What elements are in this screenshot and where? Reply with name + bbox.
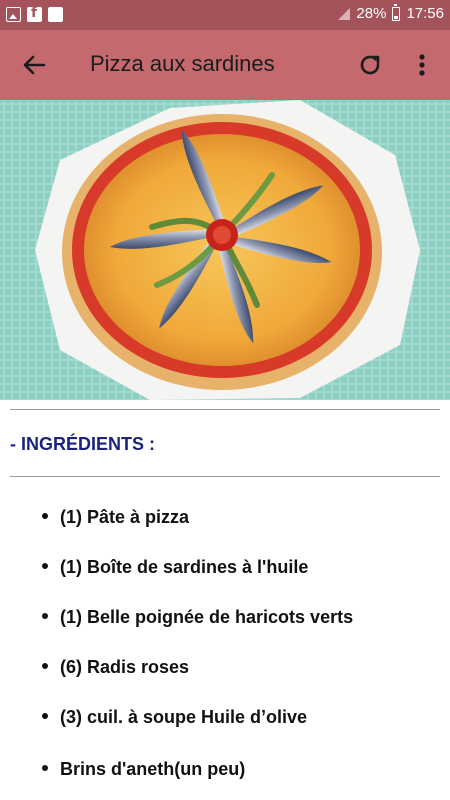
divider-bottom: [10, 476, 440, 477]
bullet-icon: [42, 513, 48, 520]
ingredient-text: (1) Pâte à pizza: [60, 507, 190, 527]
list-item: (1) Pâte à pizza: [42, 507, 189, 528]
clock: 17:56: [406, 5, 444, 22]
battery-icon: [392, 3, 401, 21]
notification-icons: [6, 5, 63, 22]
bullet-icon: [42, 613, 48, 620]
image-icon: [6, 7, 21, 22]
pizza-photo: [0, 100, 450, 400]
heading-prefix: -: [10, 434, 21, 454]
heading-text: INGRÉDIENTS: [21, 434, 145, 454]
arrow-back-icon[interactable]: [20, 51, 48, 79]
ingredient-text: (1) Belle poignée de haricots verts: [60, 607, 354, 627]
list-item: (1) Belle poignée de haricots verts: [42, 607, 353, 628]
system-status: 28% 17:56: [338, 3, 444, 22]
heading-suffix: :: [144, 434, 156, 454]
battery-percent: 28%: [356, 5, 387, 22]
refresh-icon[interactable]: [356, 51, 384, 79]
signal-icon: [338, 7, 351, 20]
list-item: (1) Boîte de sardines à l'huile: [42, 557, 308, 578]
divider-top: [10, 409, 440, 410]
more-vertical-icon[interactable]: [410, 51, 434, 79]
list-item: (6) Radis roses: [42, 657, 189, 678]
ingredient-text: (1) Boîte de sardines à l'huile: [60, 557, 309, 577]
ingredient-text: Brins d'aneth(un peu): [60, 759, 246, 779]
facebook-icon: [27, 5, 42, 22]
bullet-icon: [42, 765, 48, 772]
bullet-icon: [42, 713, 48, 720]
bullet-icon: [42, 563, 48, 570]
ingredient-text: (6) Radis roses: [60, 657, 190, 677]
ingredient-text: (3) cuil. à soupe Huile d’olive: [60, 707, 308, 727]
list-item: Brins d'aneth(un peu): [42, 759, 245, 780]
status-bar: 28% 17:56: [0, 0, 450, 30]
message-icon: [48, 7, 63, 22]
page-title: Pizza aux sardines: [90, 51, 275, 76]
ingredients-heading: - INGRÉDIENTS :: [10, 434, 155, 455]
list-item: (3) cuil. à soupe Huile d’olive: [42, 707, 307, 728]
bullet-icon: [42, 663, 48, 670]
app-bar: Pizza aux sardines: [0, 30, 450, 100]
